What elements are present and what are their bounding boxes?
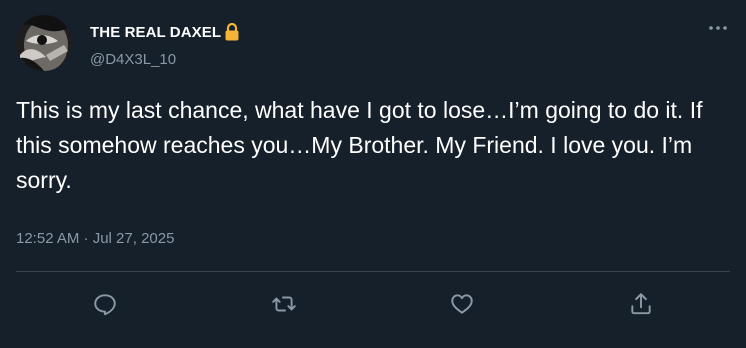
author-handle[interactable]: @D4X3L_10 — [90, 51, 176, 68]
share-icon — [631, 293, 651, 315]
avatar-image — [16, 15, 72, 71]
divider — [16, 271, 730, 272]
retweet-icon — [272, 296, 296, 312]
like-button[interactable] — [445, 287, 479, 321]
more-icon — [709, 26, 727, 30]
share-button[interactable] — [624, 287, 658, 321]
author-name-row[interactable]: THE REAL DAXEL — [90, 21, 241, 43]
tweet-card: THE REAL DAXEL @D4X3L_10 This is my last… — [0, 0, 746, 348]
tweet-text: This is my last chance, what have I got … — [16, 97, 709, 193]
author-display-name[interactable]: THE REAL DAXEL — [90, 24, 221, 41]
lock-icon — [223, 22, 241, 42]
tweet-timestamp[interactable]: 12:52 AM · Jul 27, 2025 — [16, 230, 174, 247]
reply-button[interactable] — [88, 287, 122, 321]
more-options-button[interactable] — [704, 14, 732, 42]
heart-icon — [451, 294, 473, 314]
avatar[interactable] — [16, 15, 72, 71]
retweet-button[interactable] — [267, 287, 301, 321]
reply-icon — [94, 294, 116, 316]
